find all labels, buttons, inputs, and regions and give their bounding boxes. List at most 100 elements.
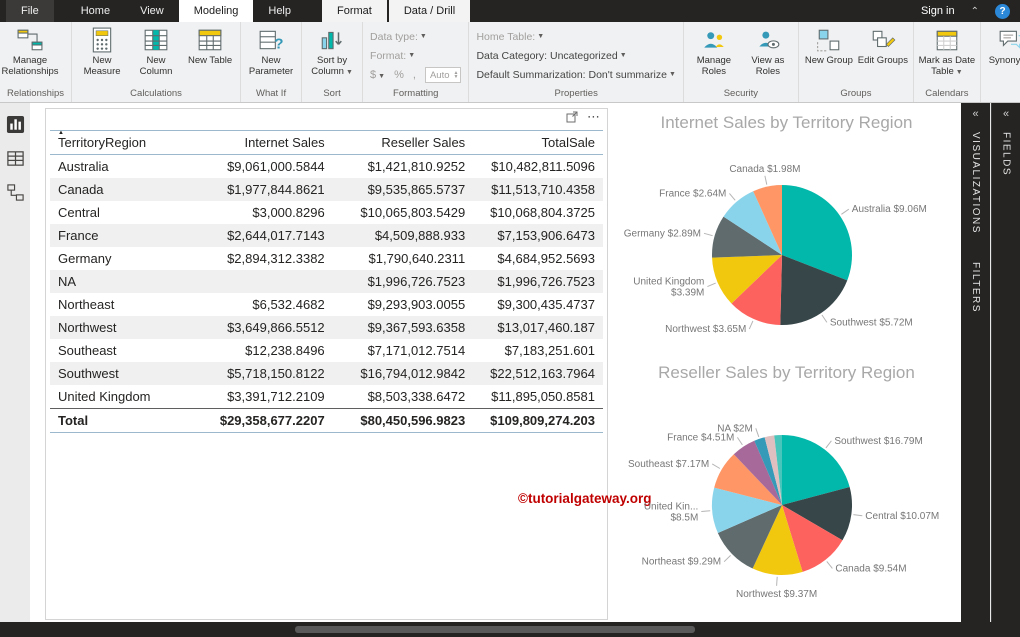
ribbon-group-groups: New Group Edit Groups Groups [799,22,914,102]
table-cell: Southeast [50,339,191,362]
more-options-icon[interactable]: ⋯ [587,111,601,123]
column-header-totalsale[interactable]: TotalSale [473,131,603,155]
table-row[interactable]: Southwest$5,718,150.8122$16,794,012.9842… [50,362,603,385]
edit-groups-button[interactable]: Edit Groups [856,23,910,66]
sort-by-column-button[interactable]: Sort by Column▼ [305,23,359,77]
column-header-reseller-sales[interactable]: Reseller Sales [333,131,474,155]
new-measure-button[interactable]: New Measure [75,23,129,77]
format-dropdown[interactable]: Format:▼ [370,48,461,63]
table-total-cell: Total [50,409,191,433]
fields-pane-tab[interactable]: FIELDS [1001,132,1012,176]
label-connector-line [707,283,715,287]
sign-in-button[interactable]: Sign in [921,5,955,17]
table-cell: $1,790,640.2311 [333,247,474,270]
table-cell: Central [50,201,191,224]
tab-home[interactable]: Home [66,0,125,22]
chart-title: Reseller Sales by Territory Region [612,363,961,389]
table-cell: $7,183,251.601 [473,339,603,362]
decimal-places-value: Auto [430,70,450,81]
table-row[interactable]: France$2,644,017.7143$4,509,888.933$7,15… [50,224,603,247]
internet-sales-pie-visual[interactable]: Internet Sales by Territory Region Austr… [612,113,961,365]
manage-roles-button[interactable]: Manage Roles [687,23,741,77]
column-header-internet-sales[interactable]: Internet Sales [191,131,332,155]
new-group-label: New Group [805,55,853,66]
table-row[interactable]: Central$3,000.8296$10,065,803.5429$10,06… [50,201,603,224]
collapse-ribbon-icon[interactable]: ⌃ [971,6,979,17]
group-label-qa: Q&A [984,87,1020,102]
table-cell: $2,894,312.3382 [191,247,332,270]
pie-slice-label: France $2.64M [659,188,726,199]
currency-format-button[interactable]: $▼ [370,69,385,81]
pie-slice-label: Central $10.07M [865,511,939,522]
tab-data-drill[interactable]: Data / Drill [389,0,470,22]
tab-format[interactable]: Format [322,0,387,22]
table-row[interactable]: Germany$2,894,312.3382$1,790,640.2311$4,… [50,247,603,270]
chart-title: Internet Sales by Territory Region [612,113,961,139]
tab-file[interactable]: File [6,0,54,22]
filters-pane-tab[interactable]: FILTERS [970,262,981,313]
horizontal-scrollbar-thumb[interactable] [295,626,695,633]
ribbon-group-relationships: Manage Relationships Relationships [0,22,72,102]
table-total-cell: $80,450,596.9823 [333,409,474,433]
label-connector-line [841,209,848,214]
table-cell: $12,238.8496 [191,339,332,362]
new-group-button[interactable]: New Group [802,23,856,66]
decimal-places-stepper[interactable]: Auto▲▼ [425,67,462,83]
data-category-dropdown[interactable]: Data Category: Uncategorized▼ [476,48,675,63]
table-cell: $10,065,803.5429 [333,201,474,224]
column-header-territoryregion[interactable]: ▲TerritoryRegion [50,131,191,155]
new-column-button[interactable]: New Column [129,23,183,77]
expand-pane-icon[interactable]: « [961,103,990,120]
percent-format-button[interactable]: % [394,69,404,81]
group-label-relationships: Relationships [3,87,68,102]
label-connector-line [704,233,713,235]
table-row[interactable]: Southeast$12,238.8496$7,171,012.7514$7,1… [50,339,603,362]
new-parameter-button[interactable]: ? New Parameter [244,23,298,77]
table-row[interactable]: Australia$9,061,000.5844$1,421,810.9252$… [50,155,603,179]
view-as-roles-label: View as Roles [751,55,784,77]
default-summarization-dropdown[interactable]: Default Summarization: Don't summarize▼ [476,67,675,82]
tab-modeling[interactable]: Modeling [179,0,254,22]
mark-as-date-table-button[interactable]: Mark as Date Table▼ [917,23,977,77]
tab-help[interactable]: Help [253,0,306,22]
table-row[interactable]: Northeast$6,532.4682$9,293,903.0055$9,30… [50,293,603,316]
model-view-icon[interactable] [6,183,25,202]
data-type-dropdown[interactable]: Data type:▼ [370,29,461,44]
view-as-roles-icon [755,26,781,53]
manage-relationships-button[interactable]: Manage Relationships [3,23,57,77]
table-header-row: ▲TerritoryRegion Internet Sales Reseller… [50,131,603,155]
table-cell: Northeast [50,293,191,316]
manage-relationships-label: Manage Relationships [1,55,58,77]
view-as-roles-button[interactable]: View as Roles [741,23,795,77]
focus-mode-icon[interactable] [566,111,578,123]
report-view-icon[interactable] [6,115,25,134]
table-cell: $22,512,163.7964 [473,362,603,385]
sales-table: ▲TerritoryRegion Internet Sales Reseller… [50,130,603,433]
data-view-icon[interactable] [6,149,25,168]
tab-view[interactable]: View [125,0,179,22]
expand-pane-icon[interactable]: « [992,103,1020,120]
table-cell [191,270,332,293]
table-visual[interactable]: ⋯ ▲TerritoryRegion Internet Sales Resell… [45,108,608,620]
table-cell: $9,300,435.4737 [473,293,603,316]
table-row[interactable]: Canada$1,977,844.8621$9,535,865.5737$11,… [50,178,603,201]
table-cell: $1,996,726.7523 [473,270,603,293]
home-table-dropdown[interactable]: Home Table:▼ [476,29,675,44]
synonyms-icon [998,26,1020,53]
visualizations-pane-tab[interactable]: VISUALIZATIONS [970,132,981,234]
label-connector-line [701,511,710,512]
table-cell: $4,509,888.933 [333,224,474,247]
pie-slice-label: Australia $9.06M [852,204,927,215]
comma-format-button[interactable]: , [413,69,416,81]
help-icon[interactable]: ? [995,4,1010,19]
manage-roles-icon [701,26,727,53]
new-table-button[interactable]: New Table [183,23,237,66]
table-row[interactable]: United Kingdom$3,391,712.2109$8,503,338.… [50,385,603,409]
table-row[interactable]: NA$1,996,726.7523$1,996,726.7523 [50,270,603,293]
table-row[interactable]: Northwest$3,649,866.5512$9,367,593.6358$… [50,316,603,339]
label-connector-line [827,561,833,568]
synonyms-button[interactable]: Synonyms [984,23,1020,66]
reseller-sales-pie-visual[interactable]: Reseller Sales by Territory Region South… [612,363,961,621]
edit-groups-icon [870,26,896,53]
edit-groups-label: Edit Groups [858,55,908,66]
